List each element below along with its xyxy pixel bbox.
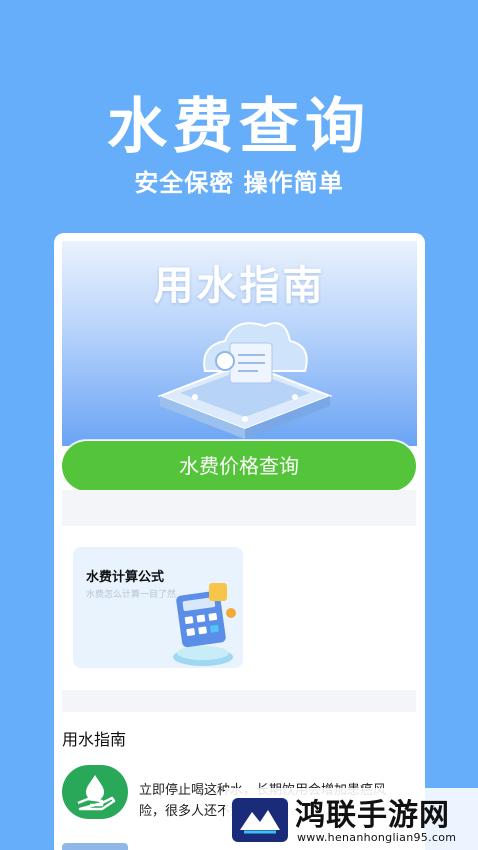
formula-card-title: 水费计算公式 bbox=[86, 570, 165, 585]
site-logo-icon bbox=[232, 798, 288, 842]
watermark-site-name: 鸿联手游网 bbox=[295, 798, 450, 833]
site-watermark: 鸿联手游网 www.henanhonglian95.com bbox=[225, 788, 478, 850]
guide-section-heading: 用水指南 bbox=[62, 730, 127, 749]
guide-banner: 用水指南 bbox=[62, 241, 417, 446]
section-divider bbox=[62, 490, 416, 526]
phone-screen-mockup: 用水指南 bbox=[54, 233, 425, 850]
article-thumbnail[interactable] bbox=[62, 843, 128, 850]
formula-card[interactable]: 水费计算公式 水费怎么计算一目了然 bbox=[73, 547, 243, 668]
hero-subtitle: 安全保密 操作简单 bbox=[134, 169, 344, 197]
cloud-document-illustration bbox=[157, 322, 333, 439]
water-drop-hand-icon bbox=[62, 765, 128, 819]
water-price-query-button[interactable]: 水费价格查询 bbox=[62, 441, 416, 491]
calculator-illustration bbox=[173, 583, 236, 666]
hero-title: 水费查询 bbox=[107, 92, 371, 162]
section-divider bbox=[62, 690, 416, 712]
watermark-url: www.henanhonglian95.com bbox=[297, 831, 457, 844]
